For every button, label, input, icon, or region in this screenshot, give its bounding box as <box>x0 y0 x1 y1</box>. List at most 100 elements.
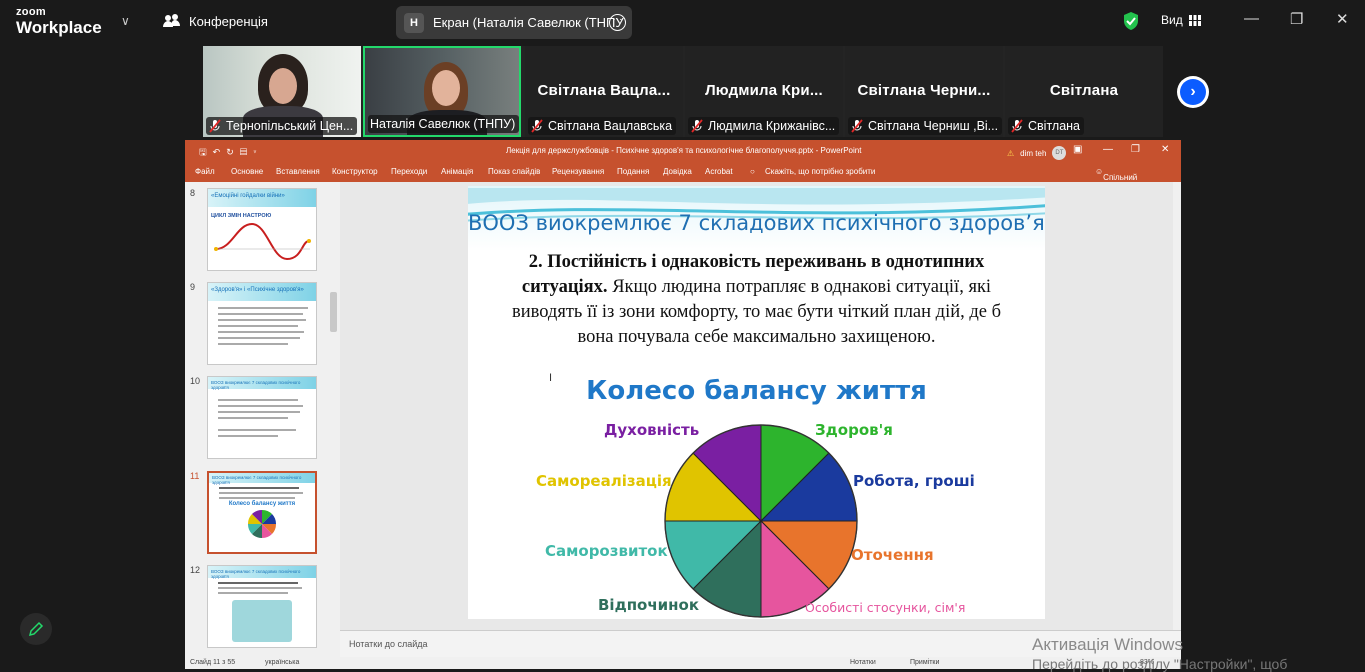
ppt-title-bar: 🖫↶↻▤▿ Лекція для держслужбовців - Психіч… <box>185 140 1181 161</box>
participant-name-tag: Світлана Черниш ,Ві... <box>848 117 1003 135</box>
participant-big-name: Світлана Черни... <box>857 82 991 99</box>
thumb-number: 10 <box>190 376 201 386</box>
mic-muted-icon <box>1011 119 1023 133</box>
slide-thumb-12[interactable]: ВООЗ виокремлює 7 складових психічного з… <box>207 565 317 648</box>
participant-big-name: Світлана Вацла... <box>537 82 671 99</box>
slide-thumb-9[interactable]: «Здоров'я» і «Психічне здоров'я» <box>207 282 317 365</box>
more-options-icon[interactable]: ··· <box>609 14 626 31</box>
share-label: Екран (Наталія Савелюк (ТНПУ <box>433 15 624 30</box>
status-notes-button[interactable]: Нотатки <box>850 659 876 666</box>
quick-access-toolbar[interactable]: 🖫↶↻▤▿ <box>199 145 263 161</box>
logo-line2: Workplace <box>16 18 102 37</box>
mini-wheel-image <box>247 509 277 539</box>
pen-icon <box>28 621 44 637</box>
label-self-realization: Самореалізація <box>536 472 672 490</box>
ppt-window-title: Лекція для держслужбовців - Психічне здо… <box>506 146 862 155</box>
close-icon[interactable]: ✕ <box>1336 10 1349 28</box>
participant-strip: Тернопільський Цен... Наталія Савелюк (Т… <box>203 46 1163 137</box>
view-button[interactable]: Вид <box>1161 13 1201 27</box>
tab-review[interactable]: Рецензування <box>552 167 604 176</box>
notes-placeholder: Нотатки до слайда <box>349 639 428 649</box>
life-balance-wheel <box>664 424 858 618</box>
tab-home[interactable]: Основне <box>231 167 263 176</box>
participant-tile[interactable]: Світлана Черни... Світлана Черниш ,Ві... <box>845 46 1003 137</box>
sharer-avatar: Н <box>404 12 424 33</box>
slide-thumb-10[interactable]: ВООЗ виокремлює 7 складових психічного з… <box>207 376 317 459</box>
wheel-title: Колесо балансу життя <box>586 376 927 406</box>
slide-title: ВООЗ виокремлює 7 складових психічного з… <box>468 211 1045 235</box>
screen-share-pill[interactable]: Н Екран (Наталія Савелюк (ТНПУ ··· <box>396 6 632 39</box>
annotate-pen-button[interactable] <box>20 613 52 645</box>
tab-help[interactable]: Довідка <box>663 167 692 176</box>
participant-name-tag: Світлана Вацлавська <box>528 117 677 135</box>
ppt-restore-icon[interactable]: ❐ <box>1131 144 1140 155</box>
restore-icon[interactable]: ❐ <box>1290 10 1303 28</box>
chevron-down-icon[interactable]: ∨ <box>121 14 130 28</box>
shield-check-icon[interactable] <box>1122 11 1140 31</box>
meeting-info-button[interactable]: Конференція <box>163 13 268 29</box>
tab-design[interactable]: Конструктор <box>332 167 378 176</box>
view-label: Вид <box>1161 13 1183 27</box>
label-spirituality: Духовність <box>604 421 700 439</box>
participant-tile[interactable]: Тернопільський Цен... <box>203 46 361 137</box>
tab-animations[interactable]: Анімація <box>441 167 473 176</box>
status-language[interactable]: українська <box>265 659 299 666</box>
powerpoint-window: 🖫↶↻▤▿ Лекція для держслужбовців - Психіч… <box>185 140 1181 669</box>
tab-acrobat[interactable]: Acrobat <box>705 167 733 176</box>
next-page-button[interactable]: › <box>1177 76 1209 108</box>
ppt-ribbon-tabs: Файл Основне Вставлення Конструктор Пере… <box>185 161 1181 191</box>
mic-muted-icon <box>851 119 863 133</box>
tab-view[interactable]: Подання <box>617 167 649 176</box>
slide-canvas[interactable]: ВООЗ виокремлює 7 складових психічного з… <box>468 186 1045 619</box>
windows-activation-watermark: Активація Windows <box>1032 635 1183 654</box>
windows-activation-subtext: Перейдіть до розділу "Настройки", щоб <box>1032 656 1288 672</box>
tab-transitions[interactable]: Переходи <box>391 167 427 176</box>
logo-line1: zoom <box>16 6 46 18</box>
participant-big-name: Людмила Кри... <box>705 82 823 99</box>
participant-name-tag: Наталія Савелюк (ТНПУ) <box>368 115 519 133</box>
user-avatar: DT <box>1052 146 1067 160</box>
tab-slideshow[interactable]: Показ слайдів <box>488 167 540 176</box>
thumb-number: 11 <box>190 471 200 481</box>
participant-tile[interactable]: Світлана Світлана <box>1005 46 1163 137</box>
ppt-minimize-icon[interactable]: — <box>1103 144 1113 155</box>
zoom-top-bar: zoom Workplace ∨ Конференція Н Екран (На… <box>0 0 1365 44</box>
mic-muted-icon <box>691 119 703 133</box>
person-face <box>432 70 460 106</box>
label-rest: Відпочинок <box>598 596 700 614</box>
participant-name-tag: Тернопільський Цен... <box>206 117 358 135</box>
slide-paragraph: 2. Постійність і однаковість переживань … <box>494 250 1019 350</box>
participant-name-tag: Світлана <box>1008 117 1084 135</box>
participant-tile[interactable]: Світлана Вацла... Світлана Вацлавська <box>525 46 683 137</box>
ppt-user[interactable]: ⚠ dim teh DT <box>1007 146 1067 160</box>
slide-thumbnails-pane: 8 «Емоційні гойдалки війни» ЦИКЛ ЗМІН НА… <box>185 182 340 657</box>
tab-file[interactable]: Файл <box>195 167 215 176</box>
editor-scrollbar[interactable] <box>1173 182 1181 630</box>
mood-curve-image <box>214 222 311 261</box>
grid-view-icon <box>1188 14 1201 26</box>
chevron-right-icon: › <box>1180 79 1206 105</box>
minimize-icon[interactable]: — <box>1244 10 1259 27</box>
lightbulb-icon: ○ <box>750 167 755 176</box>
tab-insert[interactable]: Вставлення <box>276 167 320 176</box>
slide-thumb-11-selected[interactable]: ВООЗ виокремлює 7 складових психічного з… <box>207 471 317 554</box>
thumbnails-scrollbar[interactable] <box>330 292 337 332</box>
slide-thumb-8[interactable]: «Емоційні гойдалки війни» ЦИКЛ ЗМІН НАСТ… <box>207 188 317 271</box>
ppt-close-icon[interactable]: ✕ <box>1161 144 1169 155</box>
label-environment: Оточення <box>851 546 934 564</box>
share-button[interactable]: ☺ Спільний доступ <box>1095 167 1137 191</box>
ribbon-display-icon[interactable]: ▣ <box>1073 144 1082 155</box>
participant-tile-active-speaker[interactable]: Наталія Савелюк (ТНПУ) <box>363 46 521 137</box>
status-comments-button[interactable]: Примітки <box>910 659 939 666</box>
tell-me-box[interactable]: Скажіть, що потрібно зробити <box>765 167 875 176</box>
zoom-logo[interactable]: zoom Workplace <box>16 6 102 37</box>
thumb-number: 9 <box>190 282 196 292</box>
thumb-number: 12 <box>190 565 201 575</box>
label-work-money: Робота, гроші <box>853 472 975 490</box>
label-health: Здоров'я <box>815 421 893 439</box>
mic-muted-icon <box>209 119 221 133</box>
participant-tile[interactable]: Людмила Кри... Людмила Крижанівс... <box>685 46 843 137</box>
thumb-number: 8 <box>190 188 196 198</box>
person-face <box>269 68 297 104</box>
slide-image <box>232 600 292 642</box>
